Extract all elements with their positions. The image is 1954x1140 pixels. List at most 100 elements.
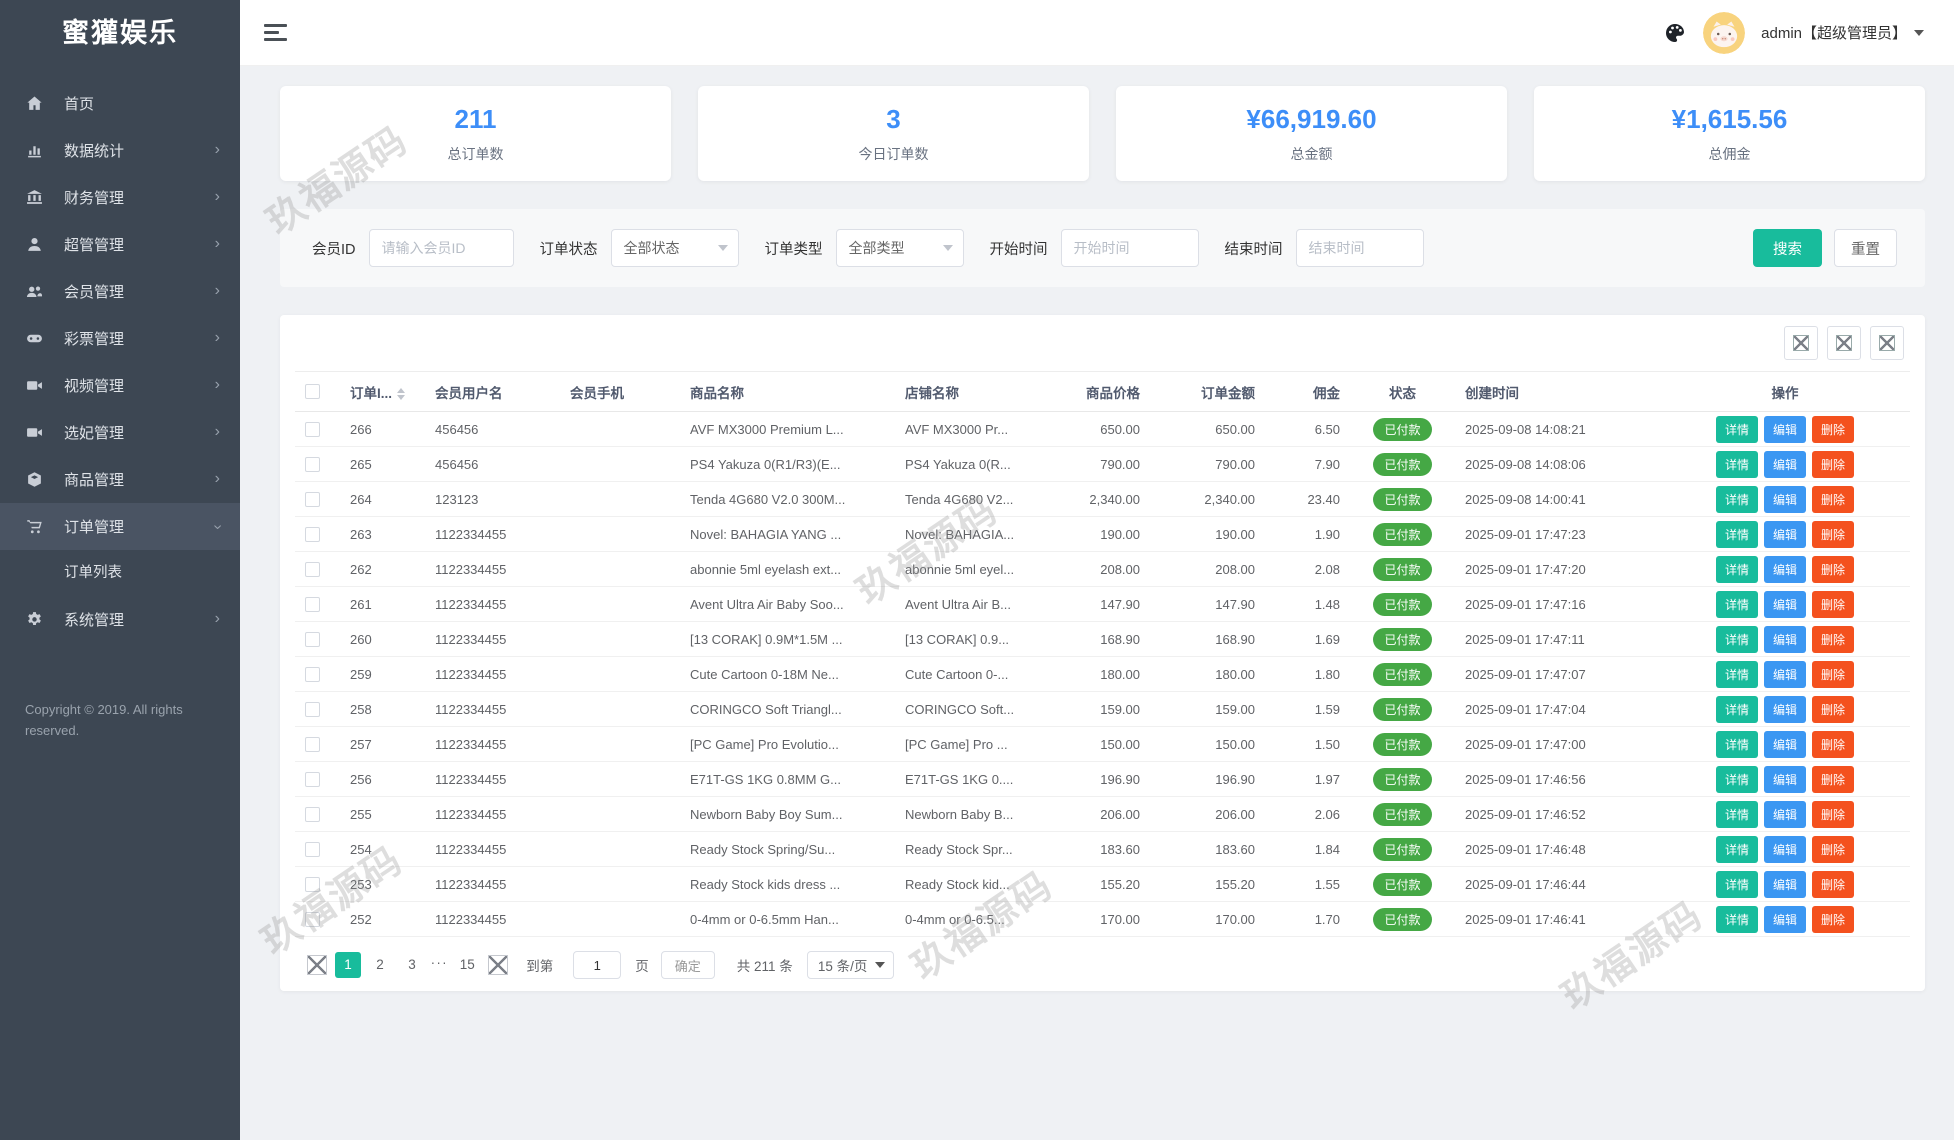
page-button-3[interactable]: 3 bbox=[399, 952, 425, 978]
prev-page-broken-image-icon[interactable] bbox=[307, 955, 327, 975]
row-checkbox[interactable] bbox=[305, 597, 320, 613]
row-checkbox[interactable] bbox=[305, 422, 320, 438]
detail-button[interactable]: 详情 bbox=[1715, 905, 1758, 933]
sidebar-item-video[interactable]: 视频管理 › bbox=[0, 362, 240, 409]
detail-button[interactable]: 详情 bbox=[1715, 870, 1758, 898]
detail-button[interactable]: 详情 bbox=[1715, 520, 1758, 548]
delete-button[interactable]: 删除 bbox=[1812, 590, 1855, 618]
page-button-15[interactable]: 15 bbox=[454, 952, 480, 978]
edit-button[interactable]: 编辑 bbox=[1763, 905, 1806, 933]
delete-button[interactable]: 删除 bbox=[1812, 450, 1855, 478]
column-header[interactable]: 店铺名称 bbox=[895, 371, 1055, 412]
delete-button[interactable]: 删除 bbox=[1812, 730, 1855, 758]
select-all-checkbox[interactable] bbox=[305, 384, 320, 400]
edit-button[interactable]: 编辑 bbox=[1763, 520, 1806, 548]
detail-button[interactable]: 详情 bbox=[1715, 835, 1758, 863]
order-type-select[interactable]: 全部类型 bbox=[835, 229, 964, 267]
edit-button[interactable]: 编辑 bbox=[1763, 835, 1806, 863]
row-checkbox[interactable] bbox=[305, 842, 320, 858]
detail-button[interactable]: 详情 bbox=[1715, 765, 1758, 793]
column-header[interactable]: 创建时间 bbox=[1455, 371, 1660, 412]
sidebar-item-products[interactable]: 商品管理 › bbox=[0, 456, 240, 503]
delete-button[interactable]: 删除 bbox=[1812, 660, 1855, 688]
column-header[interactable]: 会员手机 bbox=[560, 371, 680, 412]
row-checkbox[interactable] bbox=[305, 457, 320, 473]
row-checkbox[interactable] bbox=[305, 737, 320, 753]
detail-button[interactable]: 详情 bbox=[1715, 485, 1758, 513]
column-header[interactable]: 商品价格 bbox=[1055, 371, 1150, 412]
row-checkbox[interactable] bbox=[305, 702, 320, 718]
row-checkbox[interactable] bbox=[305, 772, 320, 788]
delete-button[interactable]: 删除 bbox=[1812, 625, 1855, 653]
edit-button[interactable]: 编辑 bbox=[1763, 555, 1806, 583]
toolbar-broken-image-icon[interactable] bbox=[1870, 326, 1904, 360]
toolbar-broken-image-icon[interactable] bbox=[1784, 326, 1818, 360]
detail-button[interactable]: 详情 bbox=[1715, 555, 1758, 583]
sidebar-item-finance[interactable]: 财务管理 › bbox=[0, 174, 240, 221]
user-avatar[interactable] bbox=[1703, 11, 1746, 54]
sidebar-item-members[interactable]: 会员管理 › bbox=[0, 268, 240, 315]
sidebar-item-home[interactable]: 首页 bbox=[0, 80, 240, 127]
delete-button[interactable]: 删除 bbox=[1812, 555, 1855, 583]
edit-button[interactable]: 编辑 bbox=[1763, 870, 1806, 898]
detail-button[interactable]: 详情 bbox=[1715, 450, 1758, 478]
sidebar-subitem-order-list[interactable]: 订单列表 bbox=[0, 550, 240, 596]
edit-button[interactable]: 编辑 bbox=[1763, 485, 1806, 513]
column-header[interactable]: 会员用户名 bbox=[425, 371, 560, 412]
sidebar-item-stats[interactable]: 数据统计 › bbox=[0, 127, 240, 174]
member-id-input[interactable] bbox=[368, 229, 514, 267]
theme-palette-icon[interactable] bbox=[1663, 21, 1687, 45]
sidebar-item-lottery[interactable]: 彩票管理 › bbox=[0, 315, 240, 362]
end-time-input[interactable] bbox=[1295, 229, 1424, 267]
reset-button[interactable]: 重置 bbox=[1834, 229, 1897, 267]
row-checkbox[interactable] bbox=[305, 912, 320, 928]
delete-button[interactable]: 删除 bbox=[1812, 695, 1855, 723]
delete-button[interactable]: 删除 bbox=[1812, 835, 1855, 863]
edit-button[interactable]: 编辑 bbox=[1763, 450, 1806, 478]
goto-confirm-button[interactable]: 确定 bbox=[660, 951, 715, 979]
sidebar-item-system[interactable]: 系统管理 › bbox=[0, 596, 240, 643]
row-checkbox[interactable] bbox=[305, 562, 320, 578]
edit-button[interactable]: 编辑 bbox=[1763, 415, 1806, 443]
row-checkbox[interactable] bbox=[305, 667, 320, 683]
detail-button[interactable]: 详情 bbox=[1715, 695, 1758, 723]
row-checkbox[interactable] bbox=[305, 632, 320, 648]
detail-button[interactable]: 详情 bbox=[1715, 590, 1758, 618]
delete-button[interactable]: 删除 bbox=[1812, 415, 1855, 443]
row-checkbox[interactable] bbox=[305, 527, 320, 543]
column-header[interactable]: 商品名称 bbox=[680, 371, 895, 412]
delete-button[interactable]: 删除 bbox=[1812, 905, 1855, 933]
column-header[interactable]: 状态 bbox=[1350, 371, 1455, 412]
sidebar-item-superadmin[interactable]: 超管管理 › bbox=[0, 221, 240, 268]
edit-button[interactable]: 编辑 bbox=[1763, 625, 1806, 653]
edit-button[interactable]: 编辑 bbox=[1763, 695, 1806, 723]
column-header[interactable]: 订单金额 bbox=[1150, 371, 1265, 412]
toolbar-broken-image-icon[interactable] bbox=[1827, 326, 1861, 360]
edit-button[interactable]: 编辑 bbox=[1763, 730, 1806, 758]
sidebar-toggle-icon[interactable] bbox=[264, 24, 288, 41]
delete-button[interactable]: 删除 bbox=[1812, 870, 1855, 898]
page-button-1[interactable]: 1 bbox=[335, 952, 361, 978]
detail-button[interactable]: 详情 bbox=[1715, 800, 1758, 828]
detail-button[interactable]: 详情 bbox=[1715, 660, 1758, 688]
goto-page-input[interactable] bbox=[573, 951, 622, 979]
next-page-broken-image-icon[interactable] bbox=[488, 955, 509, 975]
edit-button[interactable]: 编辑 bbox=[1763, 660, 1806, 688]
edit-button[interactable]: 编辑 bbox=[1763, 590, 1806, 618]
row-checkbox[interactable] bbox=[305, 492, 320, 508]
edit-button[interactable]: 编辑 bbox=[1763, 765, 1806, 793]
delete-button[interactable]: 删除 bbox=[1812, 485, 1855, 513]
delete-button[interactable]: 删除 bbox=[1812, 800, 1855, 828]
sidebar-item-orders[interactable]: 订单管理 › bbox=[0, 503, 240, 550]
sidebar-item-concubine[interactable]: 选妃管理 › bbox=[0, 409, 240, 456]
delete-button[interactable]: 删除 bbox=[1812, 520, 1855, 548]
column-header[interactable]: 佣金 bbox=[1265, 371, 1350, 412]
per-page-select[interactable]: 15 条/页 bbox=[806, 951, 895, 979]
row-checkbox[interactable] bbox=[305, 877, 320, 893]
admin-menu[interactable]: admin【超级管理员】 bbox=[1761, 22, 1924, 43]
search-button[interactable]: 搜索 bbox=[1753, 229, 1822, 267]
order-status-select[interactable]: 全部状态 bbox=[610, 229, 739, 267]
page-button-2[interactable]: 2 bbox=[367, 952, 393, 978]
detail-button[interactable]: 详情 bbox=[1715, 415, 1758, 443]
row-checkbox[interactable] bbox=[305, 807, 320, 823]
